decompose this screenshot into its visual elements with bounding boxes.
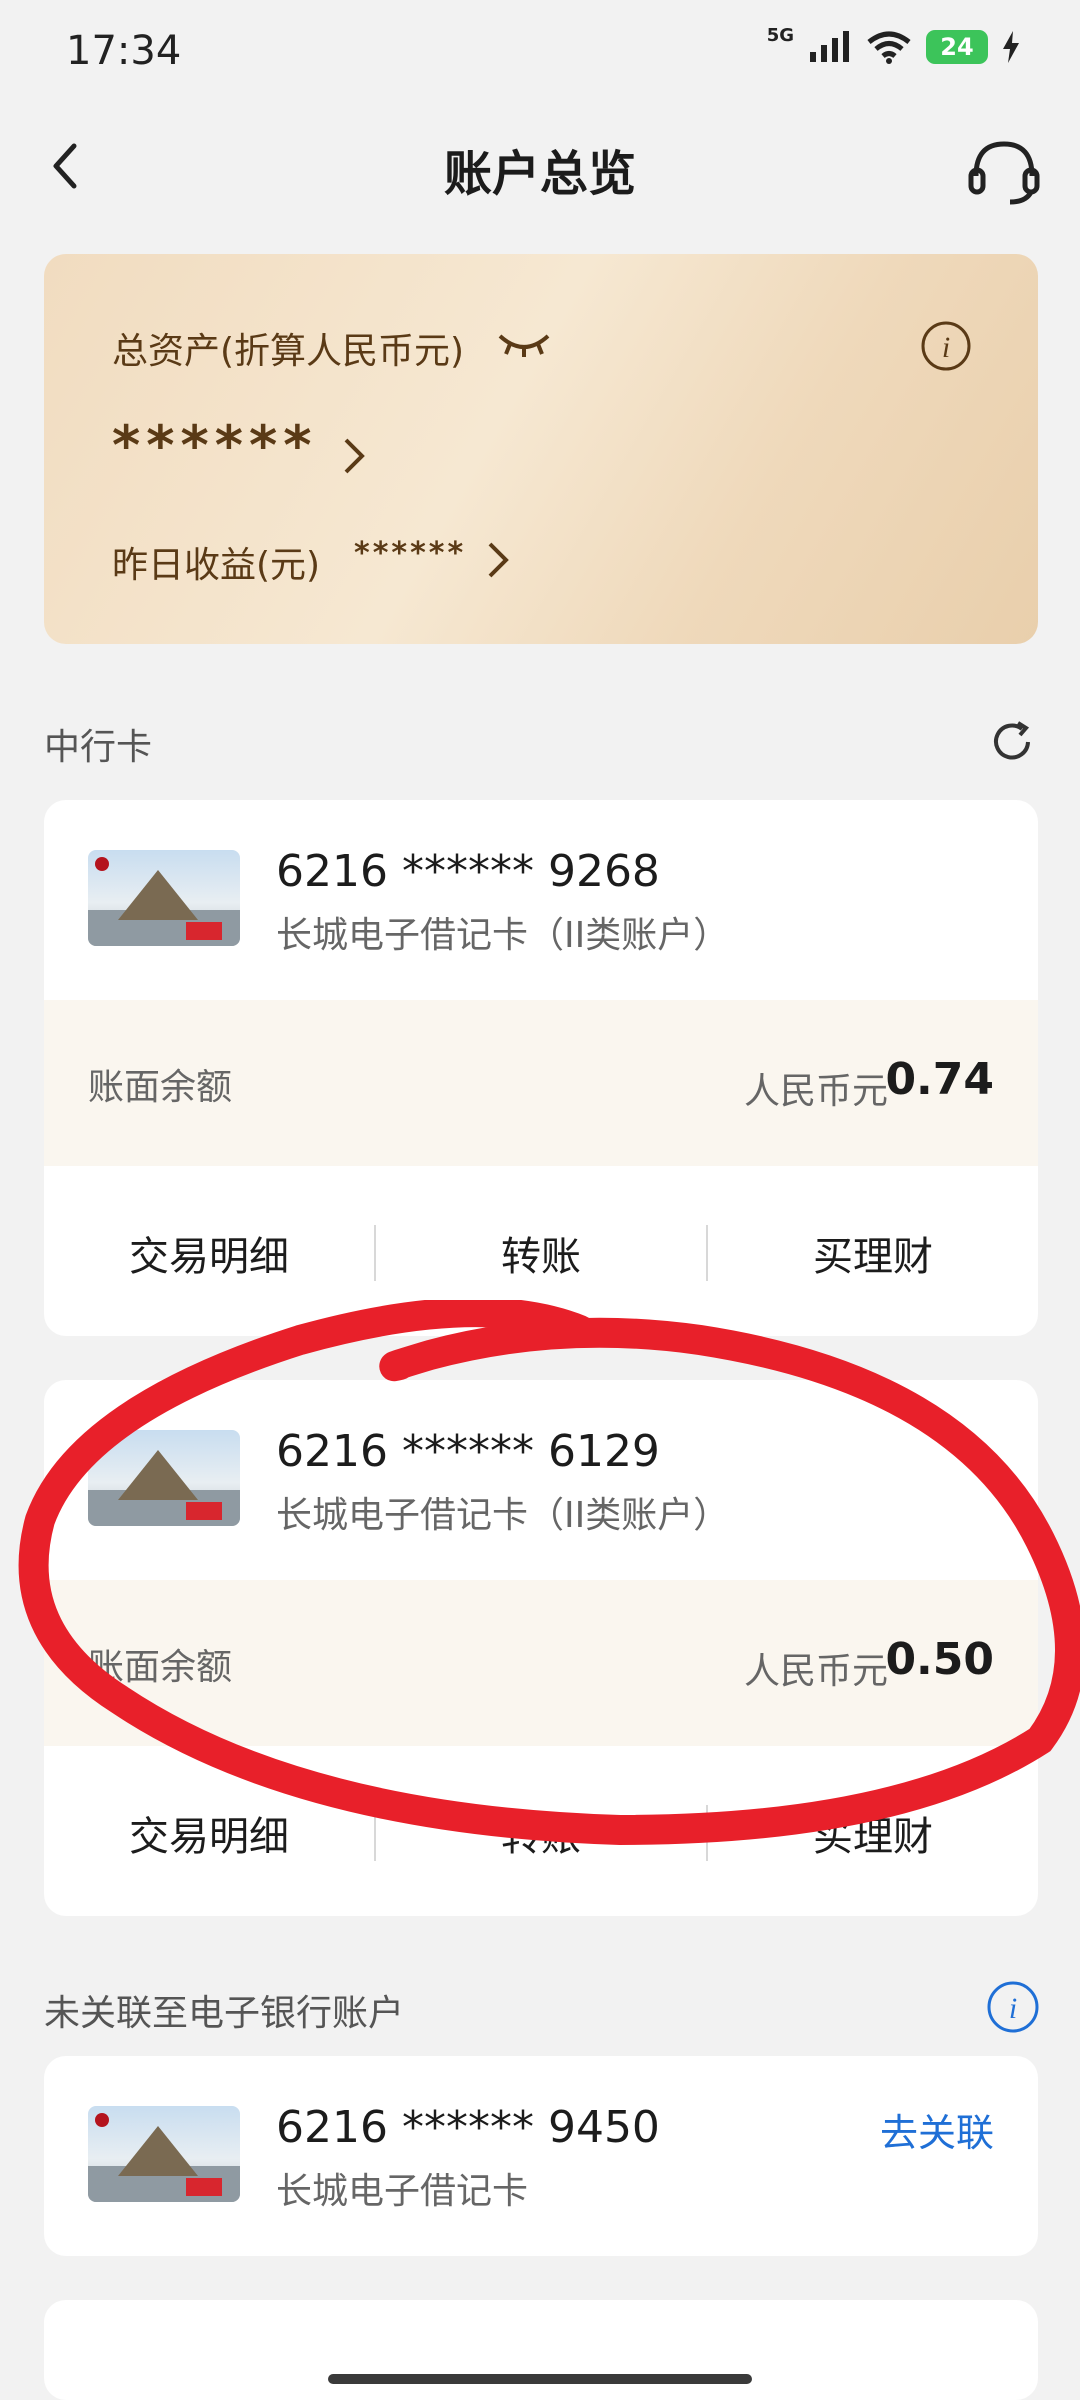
home-indicator[interactable] xyxy=(328,2374,752,2384)
account-number: 6216 ****** 9450 xyxy=(276,2102,660,2153)
chevron-right-icon[interactable] xyxy=(484,538,512,582)
signal-icon xyxy=(810,31,849,62)
account-type: 长城电子借记卡 xyxy=(276,2171,529,2212)
bank-card-image xyxy=(88,2106,240,2202)
page-title: 账户总览 xyxy=(443,146,636,202)
network-type: 5G xyxy=(766,24,794,46)
transfer-button[interactable]: 转账 xyxy=(376,1224,706,1282)
wifi-icon xyxy=(867,31,911,64)
svg-text:i: i xyxy=(1009,1992,1017,2025)
yesterday-earnings-value: ****** xyxy=(354,536,467,571)
annotation-circle xyxy=(18,1300,1080,1846)
account-number: 6216 ****** 9268 xyxy=(276,846,660,897)
total-asset-value: ****** xyxy=(112,414,318,477)
currency-label: 人民币元 xyxy=(743,1071,888,1112)
account-card[interactable]: 6216 ****** 9268 长城电子借记卡（II类账户） 账面余额 人民币… xyxy=(44,800,1038,1336)
transaction-details-button[interactable]: 交易明细 xyxy=(44,1224,374,1282)
yesterday-earnings-label: 昨日收益(元) xyxy=(112,545,321,586)
chevron-right-icon[interactable] xyxy=(340,434,368,478)
section-title-boc-cards: 中行卡 xyxy=(44,727,153,768)
section-title-unlinked: 未关联至电子银行账户 xyxy=(44,1993,405,2034)
svg-text:i: i xyxy=(942,331,950,364)
refresh-icon[interactable] xyxy=(988,718,1036,766)
headset-icon[interactable] xyxy=(966,136,1042,208)
bank-card-image xyxy=(88,850,240,946)
total-asset-label: 总资产(折算人民币元) xyxy=(112,331,465,372)
buy-wealth-button[interactable]: 买理财 xyxy=(708,1224,1038,1282)
battery-indicator: 24 xyxy=(926,30,988,64)
balance-row: 账面余额 人民币元 0.74 xyxy=(44,1000,1038,1166)
balance-label: 账面余额 xyxy=(88,1067,233,1108)
balance-amount: 0.74 xyxy=(885,1054,994,1105)
charging-icon xyxy=(1003,31,1019,63)
info-icon[interactable]: i xyxy=(986,1980,1040,2034)
link-account-button[interactable]: 去关联 xyxy=(880,2102,994,2157)
info-icon[interactable]: i xyxy=(920,320,972,372)
unlinked-account-card[interactable]: 6216 ****** 9450 长城电子借记卡 去关联 xyxy=(44,2056,1038,2256)
account-type: 长城电子借记卡（II类账户） xyxy=(276,915,730,956)
status-time: 17:34 xyxy=(66,28,182,74)
add-account-card-partial[interactable] xyxy=(44,2300,1038,2400)
status-icons: 5G 24 xyxy=(767,25,1020,64)
eye-hidden-icon[interactable] xyxy=(496,328,552,358)
